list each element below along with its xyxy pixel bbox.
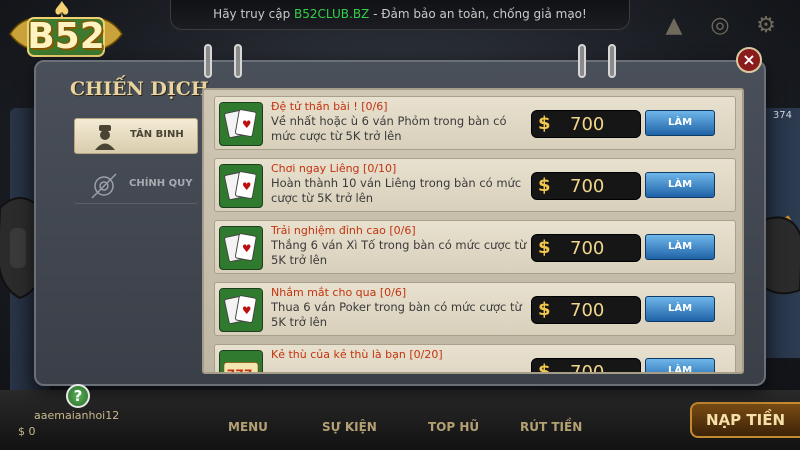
nav-withdraw[interactable]: RÚT TIỀN [520,420,582,434]
mission-desc: Về nhất hoặc ù 6 ván Phỏm trong bàn có m… [271,114,507,143]
mission-progress: [0/6] [361,100,388,113]
banner-prefix: Hãy truy cập [213,7,295,21]
binder-ring [578,44,586,78]
currency-icon: $ [538,361,551,374]
tab-recruit-label: TÂN BINH [130,129,184,140]
user-balance: $ 0 [18,425,36,438]
mission-row: ♥ Trải nghiệm đỉnh cao [0/6] Thắng 6 ván… [214,220,736,274]
slot-777-icon: 777 [219,350,263,374]
mission-title-text: Nhắm mắt cho qua [271,286,377,299]
settings-icon[interactable]: ⚙ [752,12,780,40]
cards-icon: ♥ [219,102,263,146]
mission-list[interactable]: ♥ Đệ tử thần bài ! [0/6] Về nhất hoặc ù … [202,88,744,374]
mission-progress: [0/10] [363,162,397,175]
mission-desc: Thua 6 ván Poker trong bàn có mức cược t… [271,300,522,329]
mission-progress: [0/6] [389,224,416,237]
binder-ring [608,44,616,78]
close-button[interactable]: × [736,47,762,73]
banner-suffix: - Đảm bảo an toàn, chống giả mạo! [369,7,587,21]
b52-logo: ♠ B52 [6,0,126,62]
panel-title: CHIẾN DỊCH [70,78,209,100]
target-icon[interactable]: ◎ [706,12,734,40]
binder-ring [204,44,212,78]
svg-text:♥: ♥ [242,181,251,193]
mission-title-text: Đệ tử thần bài ! [271,100,358,113]
reward-box: $ 700 [531,296,641,324]
top-banner: Hãy truy cập B52CLUB.BZ - Đảm bảo an toà… [170,0,630,30]
svg-text:♥: ♥ [242,305,251,317]
cards-icon: ♥ [219,164,263,208]
mission-row: ♥ Nhắm mắt cho qua [0/6] Thua 6 ván Poke… [214,282,736,336]
do-mission-button[interactable]: LÀM [645,172,715,198]
mission-title: Trải nghiệm đỉnh cao [0/6] [271,224,416,237]
mission-row: ♥ Chơi ngay Liêng [0/10] Hoàn thành 10 v… [214,158,736,212]
mission-progress: [0/6] [379,286,407,299]
top-icons: ▲ ◎ ⚙ [660,12,780,42]
currency-icon: $ [538,175,551,196]
reward-value: 700 [570,238,605,259]
currency-icon: $ [538,237,551,258]
do-mission-button[interactable]: LÀM [645,110,715,136]
user-name: aaemaianhoi12 [34,409,120,422]
mission-title: Đệ tử thần bài ! [0/6] [271,100,388,113]
binder-ring [234,44,242,78]
reward-value: 700 [570,362,605,374]
tab-recruit[interactable]: TÂN BINH 5 [74,111,237,154]
mission-desc: Thắng 6 ván Xì Tố trong bàn có mức cược … [271,238,527,267]
mission-row: 777 Kẻ thù của kẻ thù là bạn [0/20] $ 70… [214,344,736,374]
svg-text:♥: ♥ [242,243,251,255]
mission-title-text: Kẻ thù của kẻ thù là bạn [271,348,406,361]
mission-title-text: Trải nghiệm đỉnh cao [271,224,386,237]
crosshair-icon [91,173,117,199]
svg-text:777: 777 [227,367,253,374]
mission-desc: Hoàn thành 10 ván Liêng trong bàn có mức… [271,176,522,205]
banner-site[interactable]: B52CLUB.BZ [294,7,369,21]
svg-text:♥: ♥ [242,119,251,131]
reward-box: $ 700 [531,110,641,138]
currency-icon: $ [538,113,551,134]
nav-jackpot[interactable]: TOP HŨ [428,420,479,434]
mission-row: ♥ Đệ tử thần bài ! [0/6] Về nhất hoặc ù … [214,96,736,150]
right-card-badge: 374 [772,110,792,121]
mission-title: Nhắm mắt cho qua [0/6] [271,286,406,299]
topup-button[interactable]: NẠP TIỀN [690,402,800,438]
mission-title-text: Chơi ngay Liêng [271,162,360,175]
mission-title: Kẻ thù của kẻ thù là bạn [0/20] [271,348,443,361]
tab-regular[interactable]: CHÍNH QUY 1 [74,160,236,204]
help-button[interactable]: ? [66,384,90,408]
do-mission-button[interactable]: LÀM [645,358,715,372]
reward-value: 700 [570,300,605,321]
cards-icon: ♥ [219,226,263,270]
nav-menu[interactable]: MENU [228,420,268,434]
tab-regular-label: CHÍNH QUY [129,178,193,189]
soldier-icon [95,125,115,150]
mission-progress: [0/20] [409,348,443,361]
mission-title: Chơi ngay Liêng [0/10] [271,162,396,175]
bottom-bar: aaemaianhoi12 $ 0 MENU SỰ KIỆN TOP HŨ RÚ… [0,390,800,450]
reward-box: $ 700 [531,358,641,374]
logo-text: B52 [27,16,105,57]
leaderboard-icon[interactable]: ▲ [660,12,688,40]
reward-box: $ 700 [531,172,641,200]
cards-icon: ♥ [219,288,263,332]
currency-icon: $ [538,299,551,320]
reward-box: $ 700 [531,234,641,262]
reward-value: 700 [570,114,605,135]
do-mission-button[interactable]: LÀM [645,296,715,322]
user-balance-value: 0 [28,425,36,438]
reward-value: 700 [570,176,605,197]
do-mission-button[interactable]: LÀM [645,234,715,260]
nav-events[interactable]: SỰ KIỆN [322,420,377,434]
